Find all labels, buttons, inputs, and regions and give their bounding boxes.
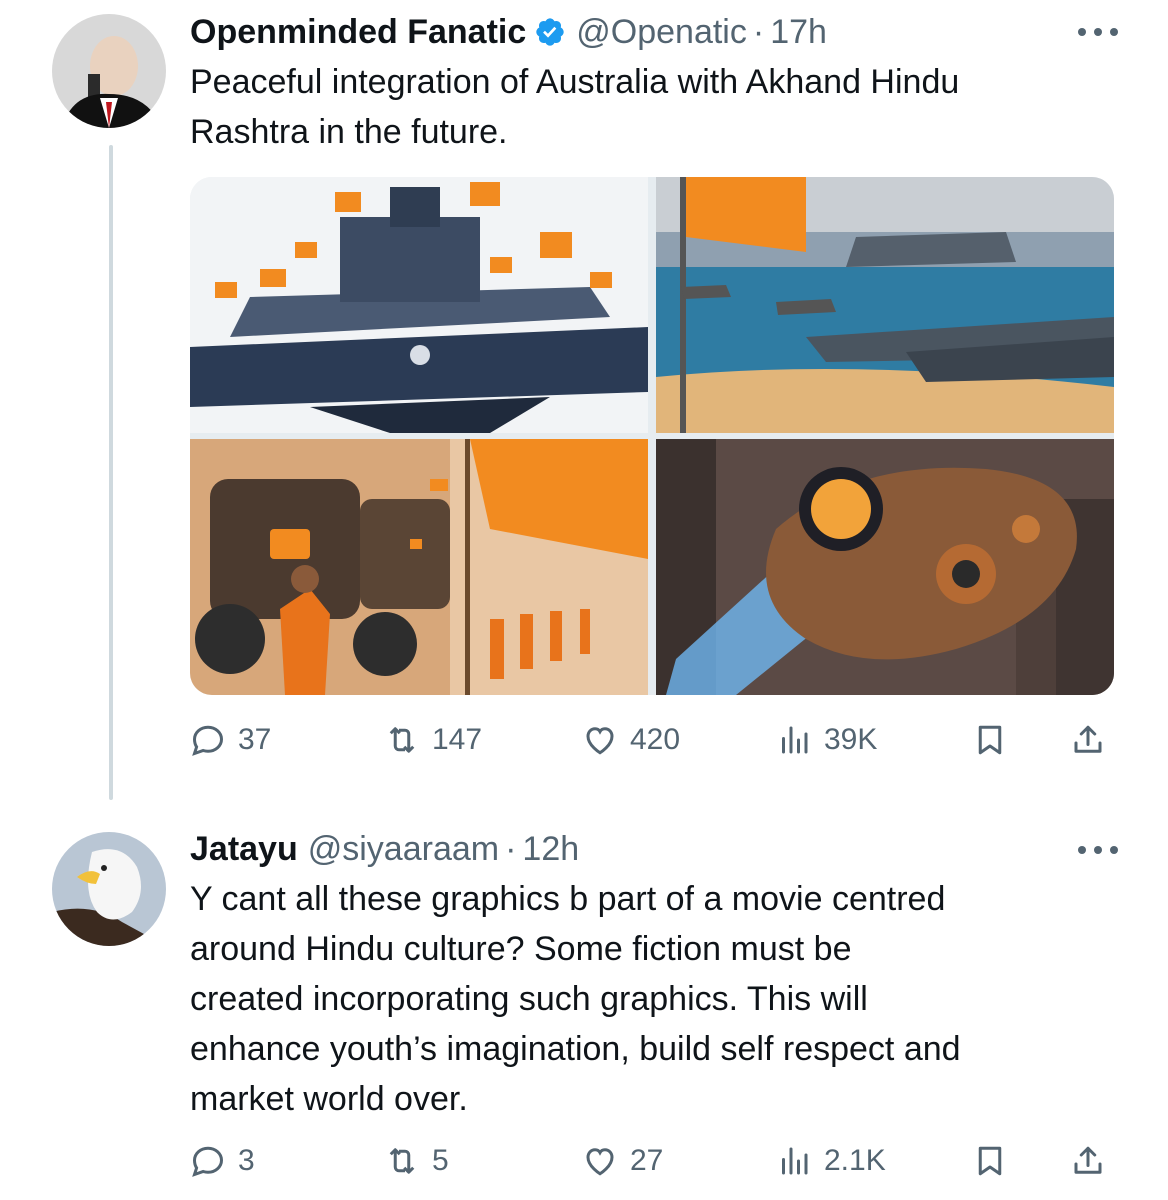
tweet-actions: 37 147 420 39K [190,718,1114,762]
share-button[interactable] [1070,1139,1106,1183]
tweet-2[interactable]: Jatayu @siyaaraam · 12h Y cant all these… [0,800,1168,1200]
views-button[interactable]: 2.1K [776,1139,886,1183]
bookmark-icon [978,725,1002,755]
bookmark-icon [978,1146,1002,1176]
reply-icon [192,1146,224,1177]
timestamp[interactable]: 12h [522,830,579,869]
media-image-2[interactable] [656,177,1114,433]
reply-button[interactable]: 3 [190,1139,255,1183]
repost-count: 5 [432,1144,449,1177]
repost-button[interactable]: 5 [384,1139,449,1183]
like-icon [586,1148,614,1176]
tweet-text: Peaceful integration of Australia with A… [190,63,960,151]
share-icon [1074,725,1102,753]
like-count: 420 [630,723,681,756]
reply-icon [192,725,224,756]
separator: · [752,12,765,51]
verified-icon [536,18,564,46]
reply-count: 37 [238,723,272,756]
share-button[interactable] [1070,718,1106,762]
media-image-1[interactable] [190,177,648,433]
display-name[interactable]: Jatayu [190,830,298,869]
views-count: 2.1K [824,1144,886,1177]
user-handle[interactable]: @siyaaraam [308,830,499,869]
separator: · [505,829,517,868]
reply-button[interactable]: 37 [190,718,271,762]
share-icon [1074,1146,1102,1174]
like-count: 27 [630,1144,664,1177]
repost-icon [389,727,415,753]
tweet-1[interactable]: Openminded Fanatic @Openatic · 17h Peace… [0,0,1168,800]
repost-icon [389,1148,415,1174]
media-grid[interactable] [190,177,1114,695]
thread-line [109,145,113,800]
display-name[interactable]: Openminded Fanatic [190,13,526,52]
tweet-text: Y cant all these graphics b part of a mo… [190,880,961,1118]
tweet-actions: 3 5 27 2.1K [190,1139,1114,1183]
views-button[interactable]: 39K [776,718,877,762]
views-count: 39K [824,723,878,756]
views-icon [782,726,808,754]
views-icon [782,1147,808,1175]
user-handle[interactable]: @Openatic [576,13,747,52]
avatar[interactable] [52,14,166,128]
avatar[interactable] [52,832,166,946]
repost-count: 147 [432,723,483,756]
repost-button[interactable]: 147 [384,718,482,762]
bookmark-button[interactable] [972,718,1008,762]
like-button[interactable]: 420 [582,718,680,762]
like-icon [586,727,614,755]
more-icon[interactable] [1078,840,1118,860]
bookmark-button[interactable] [972,1139,1008,1183]
like-button[interactable]: 27 [582,1139,663,1183]
timestamp[interactable]: 17h [770,13,827,52]
media-image-3[interactable] [190,439,648,695]
more-icon[interactable] [1078,22,1118,42]
reply-count: 3 [238,1144,255,1177]
media-image-4[interactable] [656,439,1114,695]
